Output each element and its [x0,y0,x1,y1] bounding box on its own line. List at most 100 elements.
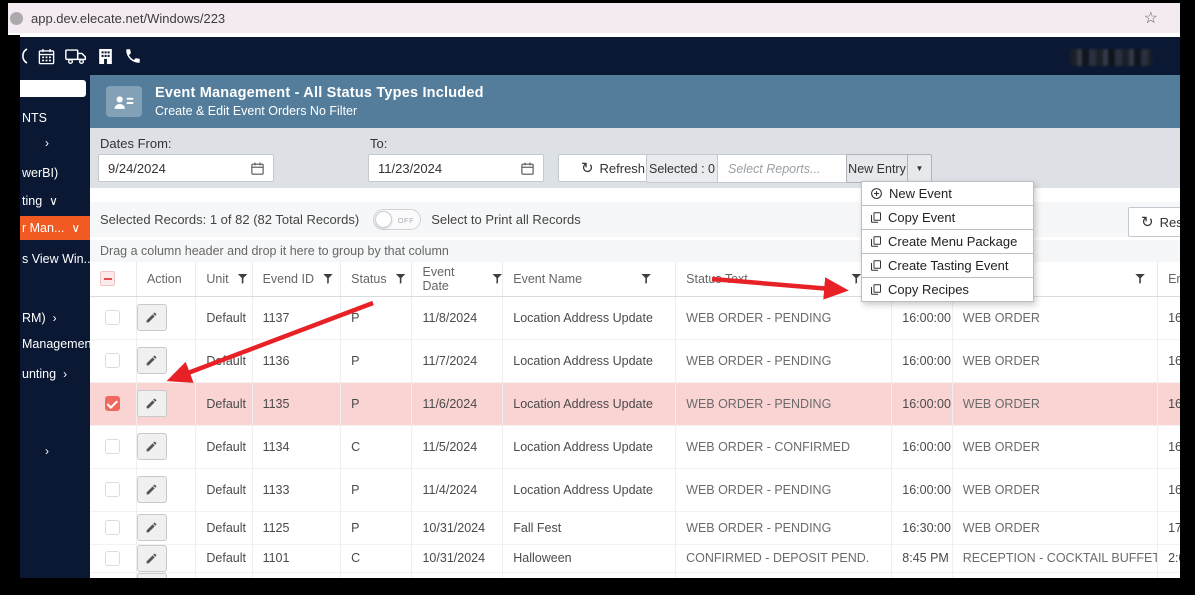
chevron-right-icon: › [45,136,49,150]
sidebar-item-8[interactable]: unting › [8,364,90,384]
filter-funnel-icon[interactable] [851,273,862,284]
edit-pencil-button[interactable] [136,544,167,571]
cell-event_date: 10/31/2024 [411,544,504,573]
filter-funnel-icon[interactable] [322,273,333,284]
column-header-event_date[interactable]: Event Date [411,262,504,297]
cell-unit: Default [195,339,253,383]
sidebar-item-label: s View Win... [22,252,95,266]
toggle-knob[interactable] [375,211,393,228]
top-navbar [8,37,1180,75]
copy-icon [870,259,882,272]
calendar-picker-icon[interactable] [520,161,535,176]
filter-toolbar: Dates From: To: 9/24/2024 11/23/2024 ↻ R… [90,128,1180,188]
edit-pencil-button[interactable] [136,304,167,331]
column-header-end[interactable]: End [1157,262,1180,297]
date-from-input[interactable]: 9/24/2024 [98,154,274,182]
column-header-event_id[interactable]: Evend ID [252,262,342,297]
column-header-event_name[interactable]: Event Name [502,262,677,297]
sidebar-item-3[interactable]: ting ∨ [8,191,90,211]
copy-icon [870,283,882,296]
event-row-1134[interactable]: Default 1134 C 11/5/2024 Location Address Up… [90,425,1180,469]
edit-pencil-button[interactable] [136,433,167,460]
new-entry-menu: New Event Copy Event Create Menu Package Cr… [861,181,1034,302]
new-entry-dropdown-arrow[interactable]: ▼ [908,154,932,183]
event-row-1125[interactable]: Default 1125 P 10/31/2024 Fall Fest WEB ORDER… [90,511,1180,545]
cell-event_name: Location Address Update [502,425,677,469]
edit-pencil-button[interactable] [136,514,167,541]
row-checkbox[interactable] [105,310,121,325]
column-header-action[interactable]: Action [136,262,197,297]
edit-pencil-button[interactable] [136,390,167,417]
event-row-1136[interactable]: Default 1136 P 11/7/2024 Location Address Up… [90,339,1180,383]
column-label: Status Text [686,271,748,286]
cell-end: 17:00:00 [1157,511,1180,545]
reset-button[interactable]: ↻ Reset [1128,207,1180,237]
browser-url-bar[interactable]: app.dev.elecate.net/Windows/223 ☆ [8,3,1180,33]
calendar-picker-icon[interactable] [250,161,265,176]
print-all-toggle[interactable]: OFF [373,209,422,230]
filter-funnel-icon[interactable] [237,273,248,284]
filter-funnel-icon[interactable] [395,273,406,284]
row-checkbox[interactable] [105,439,121,454]
event-row-1133[interactable]: Default 1133 P 11/4/2024 Location Address Up… [90,468,1180,512]
menu-item-create-menu-package[interactable]: Create Menu Package [861,229,1034,254]
cell-end: 16:30:00 [1157,382,1180,426]
cell-event_date: 11/5/2024 [411,425,504,469]
filter-funnel-icon[interactable] [1135,273,1146,284]
cell-event_date: 11/8/2024 [411,296,504,340]
calendar-icon[interactable] [37,47,56,66]
date-to-input[interactable]: 11/23/2024 [368,154,544,182]
row-checkbox[interactable] [105,396,121,411]
sidebar-item-7[interactable]: Management [8,334,95,354]
new-entry-split-button[interactable]: New Entry ▼ [846,154,932,183]
phone-icon[interactable] [124,47,142,65]
sidebar-item-9[interactable]: › [8,441,90,461]
sidebar-item-0[interactable]: NTS [8,108,90,128]
filter-funnel-icon[interactable] [641,273,652,284]
selected-count-badge: Selected : 0 [646,154,718,183]
menu-item-new-event[interactable]: New Event [861,181,1034,206]
sidebar-item-label: ting [22,194,43,208]
edit-pencil-button[interactable] [136,347,167,374]
select-all-indeterminate-checkbox[interactable] [100,271,115,287]
redacted-username [1070,49,1152,66]
cell-start: 16:00:00 [891,382,953,426]
building-icon[interactable] [96,47,115,66]
bookmark-star-icon[interactable]: ☆ [1144,8,1158,28]
cell-unit: Default [195,468,253,512]
column-header-unit[interactable]: Unit [195,262,253,297]
cell-event_id: 1135 [252,382,342,426]
column-header-status[interactable]: Status [340,262,413,297]
row-checkbox[interactable] [105,353,121,368]
cell-event_type: WEB ORDER [952,296,1159,340]
column-header-select[interactable] [90,262,137,297]
cell-event_id: 1134 [252,425,342,469]
cell-unit: Default [195,511,253,545]
menu-item-copy-event[interactable]: Copy Event [861,205,1034,230]
plus-circle-icon [870,187,883,200]
cell-event_id: 1125 [252,511,342,545]
sidebar-item-5[interactable]: s View Win... [8,249,94,269]
sidebar-item-4[interactable]: r Man... ∨ [8,216,90,240]
event-row-1137[interactable]: Default 1137 P 11/8/2024 Location Address Up… [90,296,1180,340]
cell-status: C [340,544,413,573]
sidebar-item-label: Management [22,337,95,351]
cell-start: 16:00:00 [891,468,953,512]
menu-item-create-tasting-event[interactable]: Create Tasting Event [861,253,1034,278]
event-row-1101[interactable]: Default 1101 C 10/31/2024 Halloween CONFIRMED… [90,544,1180,573]
menu-item-copy-recipes[interactable]: Copy Recipes [861,277,1034,302]
sidebar-item-2[interactable]: werBI) [8,163,90,183]
event-row-1135[interactable]: Default 1135 P 11/6/2024 Location Address Up… [90,382,1180,426]
sidebar-item-1[interactable]: › [8,133,90,153]
row-checkbox[interactable] [105,550,121,566]
edit-pencil-button[interactable] [136,476,167,503]
row-checkbox[interactable] [105,520,121,535]
filter-funnel-icon[interactable] [492,273,503,284]
column-header-status_text[interactable]: Status Text [675,262,893,297]
truck-icon[interactable] [65,47,87,65]
url-text[interactable]: app.dev.elecate.net/Windows/223 [31,11,225,26]
row-checkbox[interactable] [105,482,121,497]
sidebar-search-input[interactable] [12,80,86,97]
sidebar-item-6[interactable]: RM) › [8,308,90,328]
new-entry-button[interactable]: New Entry [846,154,908,183]
